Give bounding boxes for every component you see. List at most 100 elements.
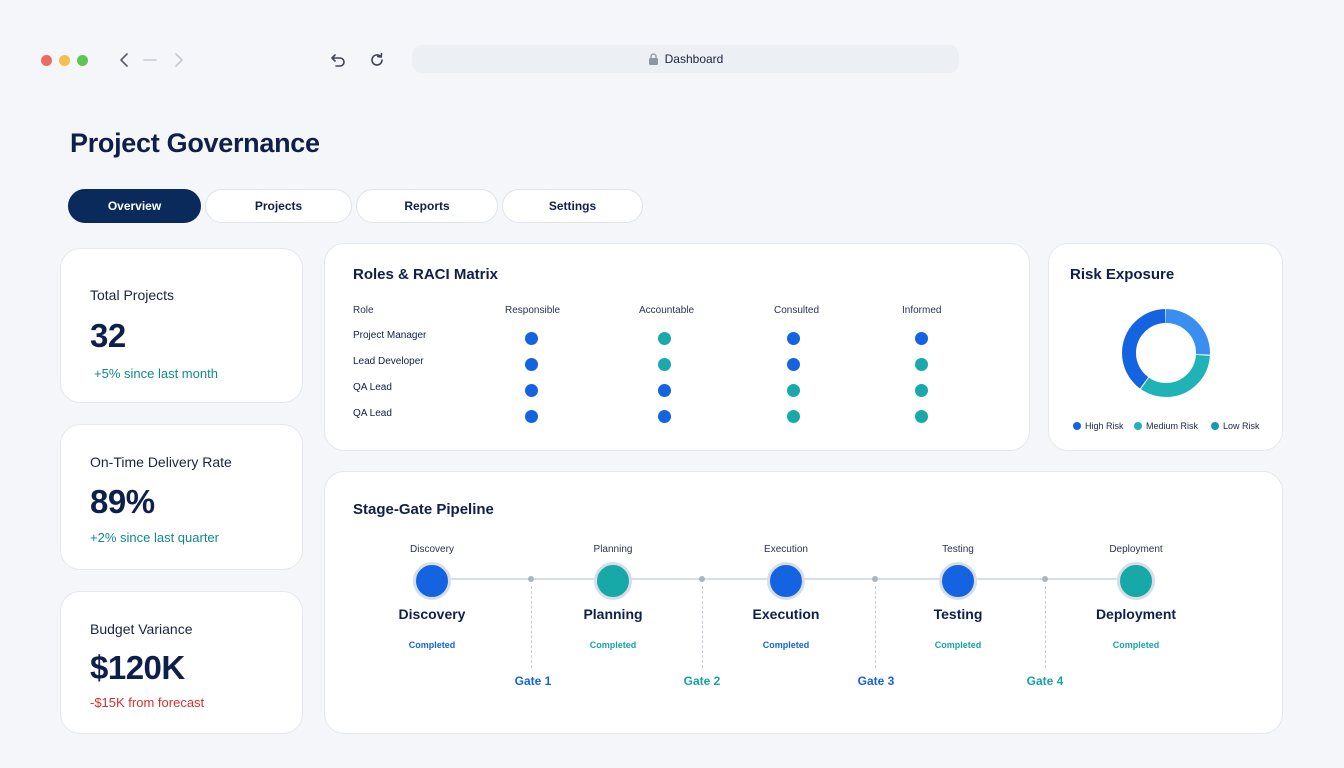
tab-projects[interactable]: Projects (205, 189, 352, 223)
raci-dot (787, 358, 800, 371)
legend-label: Medium Risk (1146, 421, 1199, 431)
risk-donut-chart (1122, 309, 1210, 397)
kpi-label: Budget Variance (90, 621, 193, 637)
raci-dot (658, 410, 671, 423)
gate-marker (1042, 576, 1048, 582)
address-bar[interactable]: Dashboard (412, 45, 959, 73)
kpi-card-on-time-delivery: On-Time Delivery Rate 89% +2% since last… (60, 424, 303, 570)
window-close-button[interactable] (41, 55, 52, 66)
raci-column-responsible: Responsible (505, 305, 561, 316)
lock-icon (648, 53, 658, 65)
kpi-delta: +5% since last month (94, 366, 218, 381)
stage-top-label: Discovery (410, 544, 454, 555)
legend-label: High Risk (1085, 421, 1124, 431)
raci-dot (525, 358, 538, 371)
address-bar-label: Dashboard (664, 52, 724, 66)
window-maximize-button[interactable] (77, 55, 88, 66)
tab-label: Settings (548, 199, 597, 213)
stage-status: Completed (762, 640, 810, 650)
chevron-right-icon (175, 53, 183, 67)
stage-status: Completed (1112, 640, 1160, 650)
stage-status: Completed (589, 640, 637, 650)
raci-dot (915, 410, 928, 423)
stage-node[interactable] (939, 562, 977, 600)
gate-marker (872, 576, 878, 582)
raci-dot (787, 384, 800, 397)
reload-icon (371, 52, 383, 66)
risk-title: Risk Exposure (1070, 266, 1175, 283)
raci-dot (915, 332, 928, 345)
stage-status: Completed (934, 640, 982, 650)
raci-column-role: Role (353, 305, 374, 316)
risk-exposure-card: Risk Exposure High Risk Medium Risk Low … (1048, 243, 1283, 451)
raci-dot (658, 358, 671, 371)
raci-dot (915, 358, 928, 371)
tab-label: Reports (404, 199, 450, 213)
forward-button[interactable] (166, 48, 190, 72)
gate-label: Gate 3 (857, 674, 895, 688)
legend-swatch (1134, 422, 1142, 430)
legend-swatch (1073, 422, 1081, 430)
gate-marker (528, 576, 534, 582)
gate-divider (1045, 586, 1046, 668)
kpi-value: $120K (90, 649, 185, 686)
kpi-delta: -$15K from forecast (90, 695, 205, 710)
tab-overview-separator (138, 48, 162, 72)
gate-label: Gate 2 (683, 674, 721, 688)
raci-column-consulted: Consulted (774, 305, 820, 316)
gate-divider (531, 586, 532, 668)
tab-reports[interactable]: Reports (356, 189, 498, 223)
stage-name: Discovery (398, 606, 466, 622)
tab-settings[interactable]: Settings (502, 189, 643, 223)
gate-marker (699, 576, 705, 582)
back-button[interactable] (113, 48, 137, 72)
raci-dot (525, 384, 538, 397)
stage-name: Execution (752, 606, 820, 622)
stage-top-label: Deployment (1109, 544, 1163, 555)
raci-dot (787, 332, 800, 345)
undo-icon (331, 54, 345, 67)
tab-label: Overview (107, 199, 162, 213)
stage-gate-pipeline-card: Stage-Gate Pipeline Gate 1 Gate 2 Gate 3 Ga… (324, 471, 1283, 734)
page-title: Project Governance (70, 128, 320, 158)
stage-node[interactable] (594, 562, 632, 600)
legend-low-risk: Low Risk (1211, 421, 1260, 431)
gate-divider (702, 586, 703, 668)
raci-row-role: Lead Developer (353, 356, 424, 367)
kpi-value: 32 (90, 317, 126, 354)
tab-overview[interactable]: Overview (68, 189, 201, 223)
raci-row-role: QA Lead (353, 382, 392, 393)
gate-divider (875, 586, 876, 668)
raci-row-role: QA Lead (353, 408, 392, 419)
tab-bar: Overview Projects Reports Settings (68, 189, 643, 223)
kpi-value: 89% (90, 483, 155, 520)
stage-name: Deployment (1095, 606, 1177, 622)
gate-label: Gate 4 (1026, 674, 1064, 688)
dash-icon (143, 59, 157, 61)
raci-title: Roles & RACI Matrix (353, 266, 499, 283)
stage-node[interactable] (1117, 562, 1155, 600)
raci-row-role: Project Manager (353, 330, 427, 341)
raci-dot (525, 410, 538, 423)
raci-column-accountable: Accountable (639, 305, 695, 316)
kpi-card-total-projects: Total Projects 32 +5% since last month (60, 248, 303, 403)
kpi-card-budget-variance: Budget Variance $120K -$15K from forecas… (60, 591, 303, 734)
reload-button[interactable] (365, 48, 389, 72)
stage-node[interactable] (413, 562, 451, 600)
raci-dot (658, 384, 671, 397)
stage-top-label: Execution (764, 544, 808, 555)
raci-column-informed: Informed (902, 305, 942, 316)
stage-node[interactable] (767, 562, 805, 600)
tab-label: Projects (254, 199, 303, 213)
stage-status: Completed (408, 640, 456, 650)
chevron-left-icon (120, 53, 128, 67)
pipeline-title: Stage-Gate Pipeline (353, 501, 494, 518)
undo-button[interactable] (326, 48, 350, 72)
legend-swatch (1211, 422, 1219, 430)
gate-label: Gate 1 (514, 674, 552, 688)
window-minimize-button[interactable] (59, 55, 70, 66)
raci-dot (915, 384, 928, 397)
raci-dot (525, 332, 538, 345)
raci-dot (658, 332, 671, 345)
kpi-delta: +2% since last quarter (90, 530, 219, 545)
